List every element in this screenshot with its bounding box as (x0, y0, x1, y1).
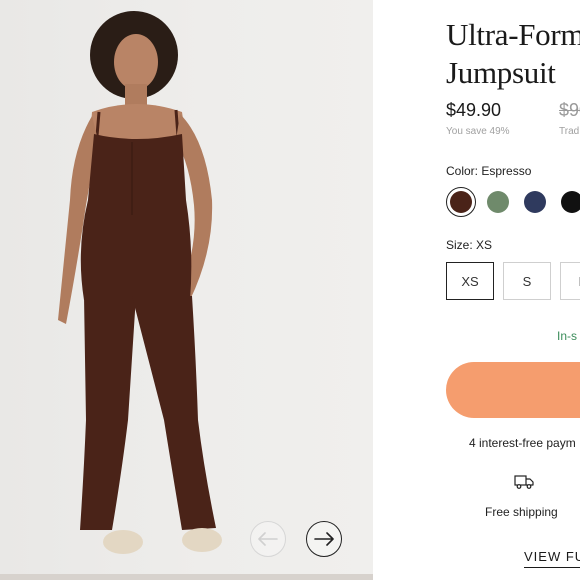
product-info-panel: Ultra-Form Lo Jumpsuit $49.90 $90 You sa… (373, 0, 580, 580)
view-full-details-link[interactable]: VIEW FU (524, 549, 580, 568)
color-swatch-black[interactable] (561, 191, 580, 213)
image-strip (0, 574, 373, 580)
arrow-right-icon (314, 532, 334, 546)
installment-payments-text: 4 interest-free paym (469, 436, 576, 450)
compare-at-price: $90 (559, 100, 580, 120)
model-image (58, 11, 222, 554)
product-title-line1: Ultra-Form Lo (446, 17, 580, 52)
stock-status: In-s (557, 329, 578, 343)
color-swatch-navy[interactable] (524, 191, 546, 213)
arrow-left-icon (258, 532, 278, 546)
size-option-m[interactable]: M (560, 262, 580, 300)
selected-size: XS (476, 238, 493, 252)
color-label: Color: Espresso (446, 164, 531, 178)
product-photo (0, 0, 373, 580)
color-swatch-espresso[interactable] (450, 191, 472, 213)
size-option-xs[interactable]: XS (446, 262, 494, 300)
size-label: Size: XS (446, 238, 492, 252)
product-title: Ultra-Form Lo Jumpsuit (446, 16, 580, 92)
savings-text: You save 49% (446, 126, 510, 137)
color-label-prefix: Color: (446, 164, 479, 178)
size-label-prefix: Size: (446, 238, 473, 252)
product-price: $49.90 (446, 100, 502, 120)
color-swatch-sage[interactable] (487, 191, 509, 213)
free-shipping-text: Free shipping (485, 505, 558, 519)
selected-color: Espresso (481, 164, 532, 178)
truck-icon (514, 475, 534, 489)
size-option-s[interactable]: S (503, 262, 551, 300)
add-to-cart-button[interactable] (446, 362, 580, 418)
previous-image-button[interactable] (250, 521, 286, 557)
next-image-button[interactable] (306, 521, 342, 557)
product-title-line2: Jumpsuit (446, 55, 556, 90)
compare-note: Trad (559, 126, 580, 137)
